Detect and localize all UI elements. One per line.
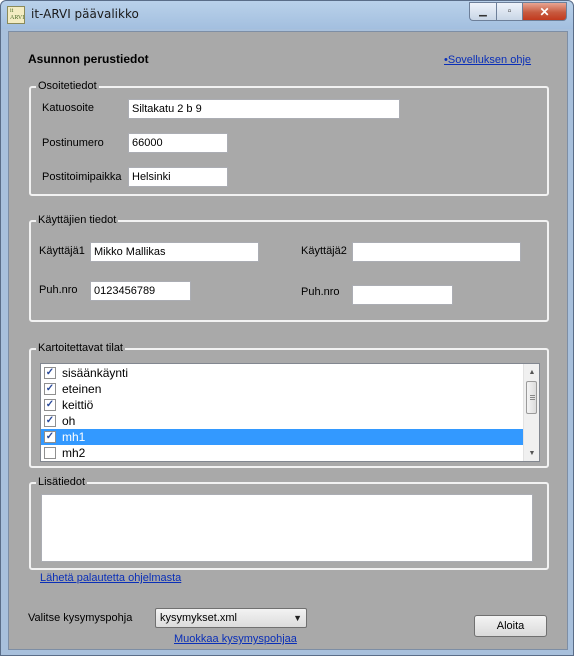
room-list-item[interactable]: ✓ mh1: [41, 429, 524, 445]
postal-code-field[interactable]: [128, 133, 228, 153]
users-group: Käyttäjien tiedot: [29, 214, 549, 322]
scroll-down-icon[interactable]: ▼: [524, 445, 539, 461]
template-select[interactable]: kysymykset.xml ▼: [155, 608, 307, 628]
page-title: Asunnon perustiedot: [28, 52, 149, 66]
room-list-item[interactable]: ✓ keittiö: [41, 397, 521, 413]
grip-line: [530, 397, 535, 398]
user2-label: Käyttäjä2: [301, 245, 347, 257]
help-link[interactable]: •Sovelluksen ohje: [444, 54, 531, 66]
title-bar[interactable]: it ARVI it-ARVI päävalikko ▁ ▫ ✕: [1, 1, 573, 29]
phone2-label: Puh.nro: [301, 286, 340, 298]
room-list-item-label: oh: [62, 414, 76, 428]
user1-field[interactable]: [90, 242, 259, 262]
scroll-thumb[interactable]: [526, 381, 537, 414]
extra-info-textarea[interactable]: [41, 494, 533, 562]
template-label: Valitse kysymyspohja: [28, 612, 133, 624]
caption-buttons: ▁ ▫ ✕: [469, 2, 567, 21]
maximize-button[interactable]: ▫: [496, 2, 522, 21]
phone1-field[interactable]: [90, 281, 191, 301]
app-window: it ARVI it-ARVI päävalikko ▁ ▫ ✕ Asunnon…: [0, 0, 574, 656]
room-list-item[interactable]: mh2: [41, 445, 521, 461]
room-list-item-label: eteinen: [62, 382, 102, 396]
phone2-field[interactable]: [352, 285, 453, 305]
city-label: Postitoimipaikka: [42, 171, 122, 183]
template-select-value: kysymykset.xml: [160, 612, 237, 624]
grip-line: [530, 399, 535, 400]
room-list-item[interactable]: ✓ eteinen: [41, 381, 521, 397]
postal-code-label: Postinumero: [42, 137, 104, 149]
street-field[interactable]: [128, 99, 400, 119]
close-button[interactable]: ✕: [522, 2, 567, 21]
extra-info-group-title: Lisätiedot: [36, 476, 88, 488]
rooms-checked-list[interactable]: ✓ sisäänkäynti ✓ eteinen ✓ keittiö ✓ oh ✓ mh1 mh2 …: [40, 363, 540, 462]
checkbox-checked-icon[interactable]: ✓: [44, 431, 56, 443]
window-title: it-ARVI päävalikko: [31, 7, 139, 21]
room-list-item[interactable]: ✓ oh: [41, 413, 521, 429]
room-list-item-label: mh2: [62, 446, 86, 460]
room-list-item-label: mh1: [62, 430, 86, 444]
room-list-item-label: sisäänkäynti: [62, 366, 129, 380]
scroll-up-icon[interactable]: ▲: [524, 364, 539, 380]
chevron-down-icon: ▼: [293, 613, 302, 623]
edit-template-link[interactable]: Muokkaa kysymyspohjaa: [174, 633, 297, 645]
user1-label: Käyttäjä1: [39, 245, 85, 257]
room-list-item-label: keittiö: [62, 398, 94, 412]
street-label: Katuosoite: [42, 102, 94, 114]
grip-line: [530, 395, 535, 396]
checkbox-checked-icon[interactable]: ✓: [44, 367, 56, 379]
app-logo-icon: it ARVI: [7, 6, 25, 24]
checkbox-checked-icon[interactable]: ✓: [44, 383, 56, 395]
start-button[interactable]: Aloita: [474, 615, 547, 637]
rooms-group-title: Kartoitettavat tilat: [36, 342, 125, 354]
users-group-title: Käyttäjien tiedot: [36, 214, 119, 226]
user2-field[interactable]: [352, 242, 521, 262]
room-list-item[interactable]: ✓ sisäänkäynti: [41, 365, 521, 381]
minimize-button[interactable]: ▁: [469, 2, 496, 21]
city-field[interactable]: [128, 167, 228, 187]
address-group-title: Osoitetiedot: [36, 80, 99, 92]
checkbox-checked-icon[interactable]: ✓: [44, 415, 56, 427]
rooms-scrollbar[interactable]: ▲ ▼: [523, 364, 539, 461]
form-client-area: Asunnon perustiedot •Sovelluksen ohje Os…: [8, 31, 568, 650]
phone1-label: Puh.nro: [39, 284, 78, 296]
feedback-link[interactable]: Lähetä palautetta ohjelmasta: [40, 572, 181, 584]
checkbox-unchecked-icon[interactable]: [44, 447, 56, 459]
checkbox-checked-icon[interactable]: ✓: [44, 399, 56, 411]
